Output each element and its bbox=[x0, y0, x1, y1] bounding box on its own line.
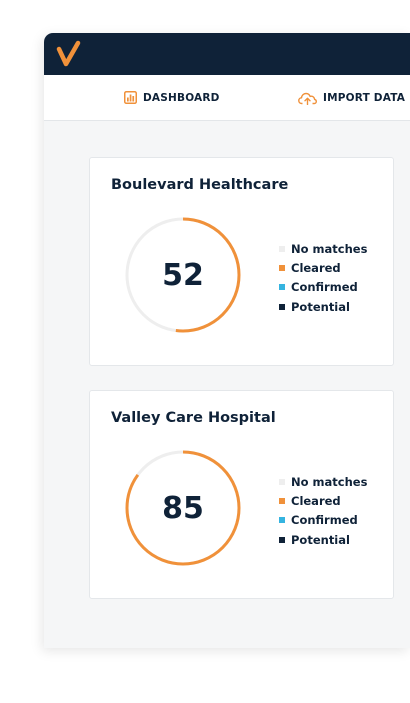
card-title: Boulevard Healthcare bbox=[111, 177, 289, 193]
legend-item-cleared: Cleared bbox=[279, 258, 367, 277]
swatch-cleared bbox=[279, 497, 285, 504]
swatch-potential bbox=[279, 536, 285, 543]
legend-item-no-matches: No matches bbox=[279, 472, 367, 491]
swatch-no-matches bbox=[279, 245, 285, 252]
nav-dashboard-label: DASHBOARD bbox=[143, 91, 220, 104]
swatch-confirmed bbox=[279, 284, 285, 291]
legend-item-potential: Potential bbox=[279, 297, 367, 316]
legend-item-no-matches: No matches bbox=[279, 239, 367, 258]
nav-bar: DASHBOARD IMPORT DATA bbox=[44, 75, 410, 121]
nav-dashboard[interactable]: DASHBOARD bbox=[124, 75, 220, 120]
legend-label: No matches bbox=[291, 474, 368, 489]
card-title: Valley Care Hospital bbox=[111, 410, 276, 426]
legend-label: Confirmed bbox=[291, 513, 358, 528]
legend-item-potential: Potential bbox=[279, 530, 367, 549]
facility-card[interactable]: Boulevard Healthcare 52 No matches Clear… bbox=[89, 157, 394, 366]
score-value: 52 bbox=[162, 257, 204, 293]
legend-label: Potential bbox=[291, 532, 350, 547]
nav-import-data[interactable]: IMPORT DATA bbox=[298, 75, 405, 120]
facility-card[interactable]: Valley Care Hospital 85 No matches Clear… bbox=[89, 390, 394, 599]
chart-icon bbox=[124, 91, 137, 104]
legend-item-cleared: Cleared bbox=[279, 491, 367, 510]
score-value: 85 bbox=[162, 490, 204, 526]
swatch-potential bbox=[279, 303, 285, 310]
swatch-confirmed bbox=[279, 517, 285, 524]
legend-item-confirmed: Confirmed bbox=[279, 278, 367, 297]
legend-label: Cleared bbox=[291, 260, 341, 275]
legend-label: Potential bbox=[291, 299, 350, 314]
legend-label: Confirmed bbox=[291, 280, 358, 295]
top-bar bbox=[44, 33, 410, 75]
legend: No matches Cleared Confirmed Potential bbox=[279, 472, 367, 549]
cloud-upload-icon bbox=[298, 92, 317, 105]
checkmark-logo-icon[interactable] bbox=[56, 40, 82, 68]
legend-item-confirmed: Confirmed bbox=[279, 511, 367, 530]
swatch-no-matches bbox=[279, 478, 285, 485]
app-window: DASHBOARD IMPORT DATA Boulevard Healthca… bbox=[44, 33, 410, 648]
legend-label: Cleared bbox=[291, 493, 341, 508]
swatch-cleared bbox=[279, 264, 285, 271]
nav-import-label: IMPORT DATA bbox=[323, 91, 406, 104]
legend: No matches Cleared Confirmed Potential bbox=[279, 239, 367, 316]
legend-label: No matches bbox=[291, 241, 368, 256]
